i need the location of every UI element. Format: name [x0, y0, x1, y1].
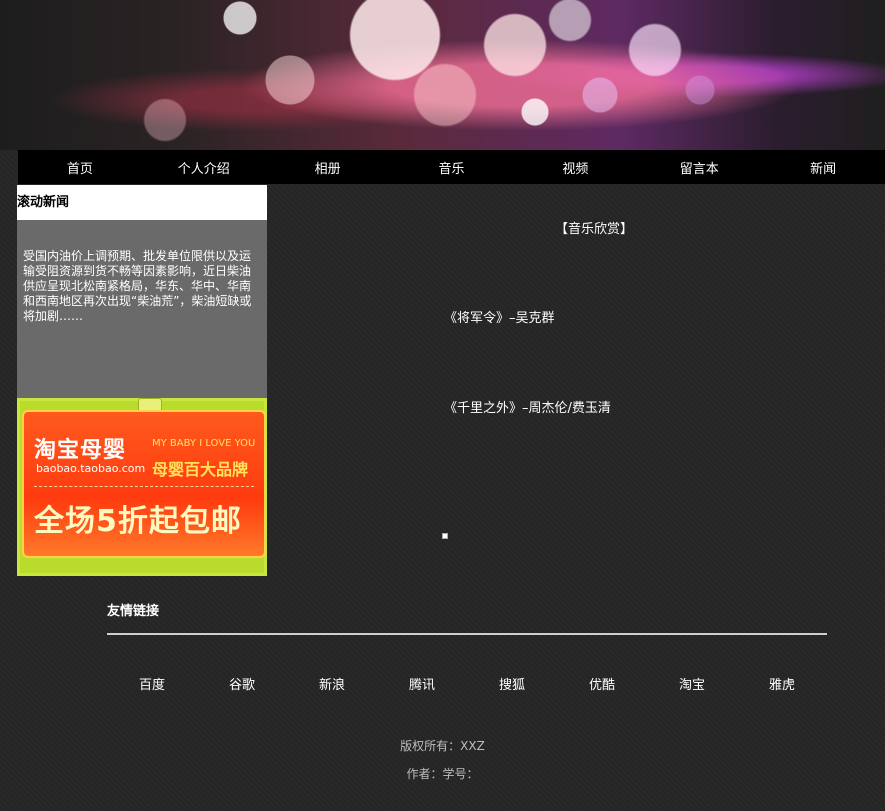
ad-promo-text: 全场5折起包邮 — [34, 504, 242, 539]
nav-music[interactable]: 音乐 — [390, 158, 514, 177]
music-section-title: 【音乐欣赏】 — [555, 222, 634, 237]
header-banner — [0, 0, 885, 150]
sidebar-title: 滚动新闻 — [17, 185, 267, 220]
link-youku[interactable]: 优酷 — [557, 674, 647, 693]
link-baidu[interactable]: 百度 — [107, 674, 197, 693]
ad-divider — [34, 486, 254, 487]
ad-url: baobao.taobao.com — [36, 462, 146, 475]
links-section-title: 友情链接 — [107, 604, 160, 619]
news-sidebar: 滚动新闻 受国内油价上调预期、批发单位限供以及运输受阻资源到货不畅等因素影响，近… — [17, 185, 267, 576]
link-yahoo[interactable]: 雅虎 — [737, 674, 827, 693]
ad-slogan-en: MY BABY I LOVE YOU — [152, 438, 256, 449]
nav-news[interactable]: 新闻 — [761, 158, 885, 177]
friend-links: 百度 谷歌 新浪 腾讯 搜狐 优酷 淘宝 雅虎 — [107, 674, 827, 693]
link-tencent[interactable]: 腾讯 — [377, 674, 467, 693]
links-divider — [107, 633, 827, 635]
song-link-2[interactable]: 《千里之外》–周杰伦/费玉清 — [444, 397, 611, 416]
taobao-ad-banner[interactable]: 淘宝母婴 baobao.taobao.com MY BABY I LOVE YO… — [17, 398, 267, 576]
nav-guestbook[interactable]: 留言本 — [637, 158, 761, 177]
main-nav: 首页 个人介绍 相册 音乐 视频 留言本 新闻 — [18, 150, 885, 184]
footer-copyright: 版权所有：XXZ — [400, 739, 485, 753]
nav-album[interactable]: 相册 — [266, 158, 390, 177]
footer-author: 作者：学号： — [406, 767, 479, 781]
media-player-placeholder-icon[interactable] — [442, 533, 448, 539]
scrolling-news-text: 受国内油价上调预期、批发单位限供以及运输受阻资源到货不畅等因素影响，近日柴油供应… — [23, 249, 252, 323]
link-taobao[interactable]: 淘宝 — [647, 674, 737, 693]
nav-profile[interactable]: 个人介绍 — [142, 158, 266, 177]
ad-logo: 淘宝母婴 — [34, 438, 127, 463]
song-link-1[interactable]: 《将军令》–吴克群 — [444, 307, 555, 326]
nav-video[interactable]: 视频 — [513, 158, 637, 177]
link-sina[interactable]: 新浪 — [287, 674, 377, 693]
link-sohu[interactable]: 搜狐 — [467, 674, 557, 693]
ad-slogan-cn: 母婴百大品牌 — [152, 460, 249, 479]
ad-panel: 淘宝母婴 baobao.taobao.com MY BABY I LOVE YO… — [22, 410, 266, 558]
nav-home[interactable]: 首页 — [18, 158, 142, 177]
link-google[interactable]: 谷歌 — [197, 674, 287, 693]
